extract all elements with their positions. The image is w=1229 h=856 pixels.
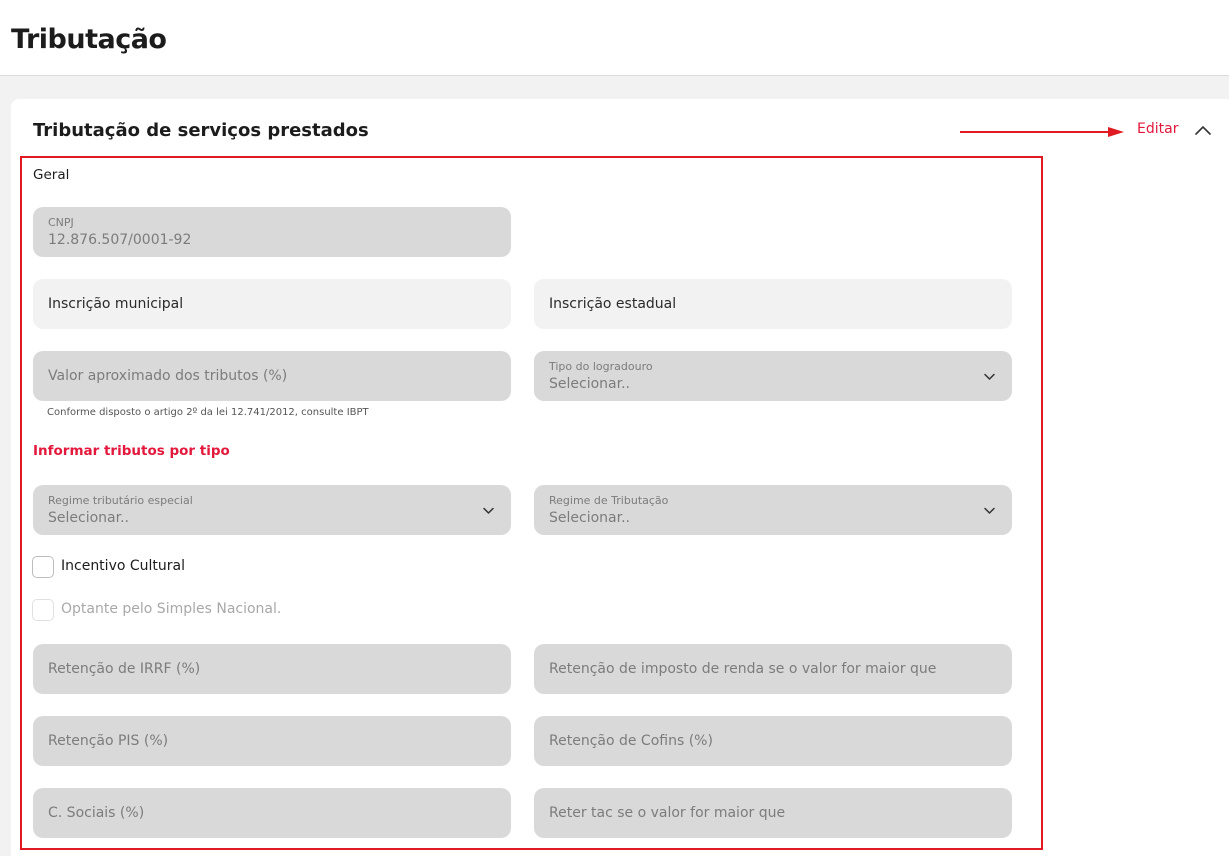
reter-tac-input: Reter tac se o valor for maior que: [534, 788, 1012, 838]
cnpj-value: 12.876.507/0001-92: [48, 232, 192, 248]
incentivo-cultural-checkbox[interactable]: [32, 556, 54, 578]
retencao-irrf-placeholder: Retenção de IRRF (%): [48, 661, 201, 677]
c-sociais-input: C. Sociais (%): [33, 788, 511, 838]
retencao-ir-maior-input: Retenção de imposto de renda se o valor …: [534, 644, 1012, 694]
valor-aproximado-placeholder: Valor aproximado dos tributos (%): [48, 368, 288, 384]
chevron-down-icon: [483, 507, 494, 514]
page-title: Tributação: [11, 24, 167, 55]
simples-nacional-label: Optante pelo Simples Nacional.: [61, 601, 282, 617]
regime-tributacao-select: Regime de Tributação Selecionar..: [534, 485, 1012, 535]
valor-aproximado-input: Valor aproximado dos tributos (%): [33, 351, 511, 401]
informar-tributos-link[interactable]: Informar tributos por tipo: [33, 443, 230, 459]
retencao-pis-input: Retenção PIS (%): [33, 716, 511, 766]
edit-button[interactable]: Editar: [1137, 121, 1178, 137]
retencao-cofins-input: Retenção de Cofins (%): [534, 716, 1012, 766]
simples-nacional-checkbox: [32, 599, 54, 621]
retencao-ir-maior-placeholder: Retenção de imposto de renda se o valor …: [549, 661, 937, 677]
inscricao-estadual-input[interactable]: Inscrição estadual: [534, 279, 1012, 329]
chevron-down-icon: [984, 507, 995, 514]
top-bar: Tributação: [0, 0, 1229, 76]
regime-tributacao-label: Regime de Tributação: [549, 494, 669, 507]
chevron-down-icon: [984, 373, 995, 380]
retencao-irrf-input: Retenção de IRRF (%): [33, 644, 511, 694]
regime-especial-select: Regime tributário especial Selecionar..: [33, 485, 511, 535]
incentivo-cultural-label: Incentivo Cultural: [61, 558, 185, 574]
regime-especial-label: Regime tributário especial: [48, 494, 193, 507]
tipo-logradouro-value: Selecionar..: [549, 376, 630, 392]
inscricao-municipal-input[interactable]: Inscrição municipal: [33, 279, 511, 329]
annotation-arrow-icon: [960, 127, 1124, 137]
tipo-logradouro-select: Tipo do logradouro Selecionar..: [534, 351, 1012, 401]
cnpj-field: CNPJ 12.876.507/0001-92: [33, 207, 511, 257]
chevron-up-icon[interactable]: [1192, 119, 1214, 141]
ibpt-helper-text: Conforme disposto o artigo 2º da lei 12.…: [47, 407, 369, 418]
geral-heading: Geral: [33, 167, 70, 183]
c-sociais-placeholder: C. Sociais (%): [48, 805, 145, 821]
retencao-pis-placeholder: Retenção PIS (%): [48, 733, 169, 749]
retencao-cofins-placeholder: Retenção de Cofins (%): [549, 733, 713, 749]
inscricao-estadual-placeholder: Inscrição estadual: [549, 296, 677, 312]
cnpj-label: CNPJ: [48, 216, 74, 229]
regime-especial-value: Selecionar..: [48, 510, 129, 526]
reter-tac-placeholder: Reter tac se o valor for maior que: [549, 805, 786, 821]
tipo-logradouro-label: Tipo do logradouro: [549, 360, 653, 373]
section-title: Tributação de serviços prestados: [33, 120, 369, 141]
regime-tributacao-value: Selecionar..: [549, 510, 630, 526]
inscricao-municipal-placeholder: Inscrição municipal: [48, 296, 184, 312]
